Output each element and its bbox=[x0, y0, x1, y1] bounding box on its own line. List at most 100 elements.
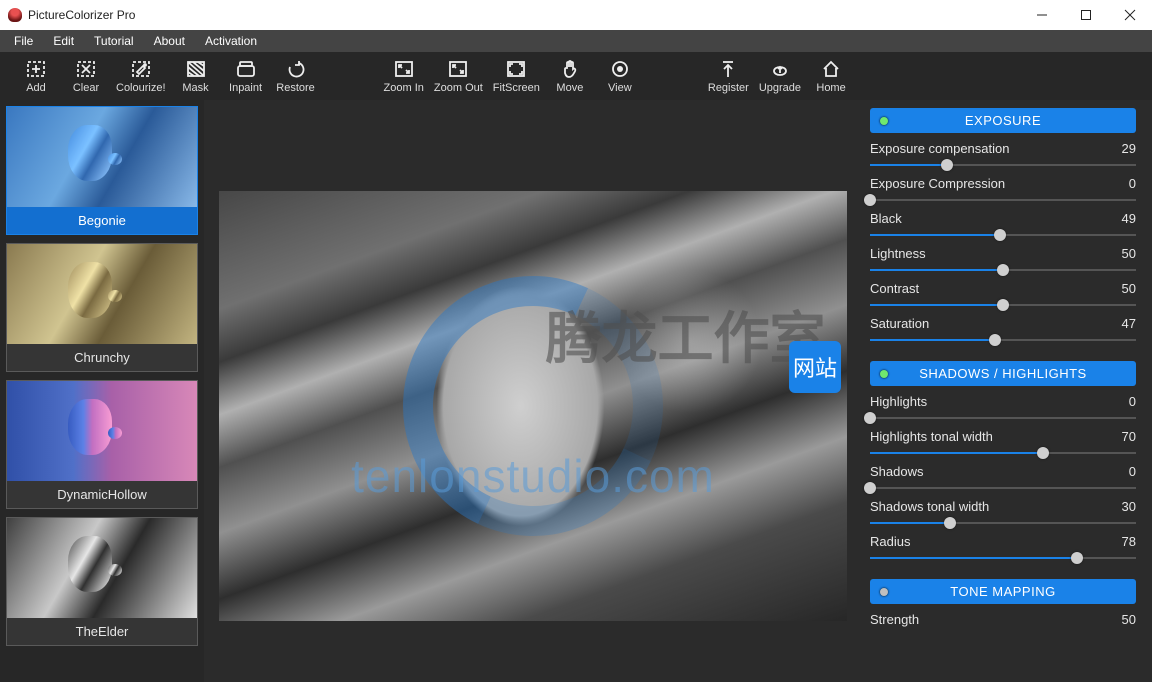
watermark-stamp: 网站 bbox=[789, 341, 841, 393]
slider-row: Shadows0 bbox=[870, 464, 1136, 479]
upgrade-button[interactable]: Upgrade bbox=[757, 57, 803, 96]
app-logo-icon bbox=[8, 8, 22, 22]
zoomout-button[interactable]: Zoom Out bbox=[432, 57, 485, 96]
slider-value: 0 bbox=[1110, 176, 1136, 191]
slider-label: Exposure compensation bbox=[870, 141, 1110, 156]
menu-file[interactable]: File bbox=[4, 30, 43, 52]
slider-track[interactable] bbox=[870, 333, 1136, 347]
slider-thumb[interactable] bbox=[864, 482, 876, 494]
register-icon bbox=[717, 59, 739, 79]
preset-thumbnail bbox=[7, 381, 197, 481]
slider-label: Shadows tonal width bbox=[870, 499, 1110, 514]
image-canvas[interactable]: 腾龙工作室 tenlonstudio.com 网站 bbox=[219, 191, 847, 621]
slider-row: Contrast50 bbox=[870, 281, 1136, 296]
menu-edit[interactable]: Edit bbox=[43, 30, 84, 52]
preset-label: DynamicHollow bbox=[7, 481, 197, 508]
preset-dynamichollow[interactable]: DynamicHollow bbox=[6, 380, 198, 509]
canvas-area: 腾龙工作室 tenlonstudio.com 网站 bbox=[204, 100, 862, 682]
restore-button[interactable]: Restore bbox=[274, 57, 318, 96]
slider-thumb[interactable] bbox=[864, 194, 876, 206]
slider-track[interactable] bbox=[870, 158, 1136, 172]
slider-track[interactable] bbox=[870, 228, 1136, 242]
section-header[interactable]: TONE MAPPING bbox=[870, 579, 1136, 604]
clear-icon bbox=[75, 59, 97, 79]
adjustments-panel: EXPOSUREExposure compensation29Exposure … bbox=[862, 100, 1152, 682]
titlebar: PictureColorizer Pro bbox=[0, 0, 1152, 30]
move-button[interactable]: Move bbox=[548, 57, 592, 96]
zoomin-icon bbox=[393, 59, 415, 79]
add-button[interactable]: Add bbox=[14, 57, 58, 96]
slider-track[interactable] bbox=[870, 411, 1136, 425]
slider-value: 70 bbox=[1110, 429, 1136, 444]
mask-icon bbox=[185, 59, 207, 79]
inpaint-icon bbox=[235, 59, 257, 79]
add-icon bbox=[25, 59, 47, 79]
menu-about[interactable]: About bbox=[144, 30, 195, 52]
slider-label: Black bbox=[870, 211, 1110, 226]
preset-chrunchy[interactable]: Chrunchy bbox=[6, 243, 198, 372]
mask-button[interactable]: Mask bbox=[174, 57, 218, 96]
slider-thumb[interactable] bbox=[944, 517, 956, 529]
home-button[interactable]: Home bbox=[809, 57, 853, 96]
slider-row: Exposure compensation29 bbox=[870, 141, 1136, 156]
slider-thumb[interactable] bbox=[864, 412, 876, 424]
slider-row: Radius78 bbox=[870, 534, 1136, 549]
watermark: 腾龙工作室 tenlonstudio.com bbox=[219, 191, 847, 621]
section-toggle-icon bbox=[880, 117, 888, 125]
slider-track[interactable] bbox=[870, 446, 1136, 460]
view-button[interactable]: View bbox=[598, 57, 642, 96]
slider-track[interactable] bbox=[870, 481, 1136, 495]
section-toggle-icon bbox=[880, 588, 888, 596]
minimize-button[interactable] bbox=[1020, 0, 1064, 30]
slider-row: Lightness50 bbox=[870, 246, 1136, 261]
slider-thumb[interactable] bbox=[1037, 447, 1049, 459]
section-toggle-icon bbox=[880, 370, 888, 378]
slider-value: 0 bbox=[1110, 394, 1136, 409]
slider-label: Shadows bbox=[870, 464, 1110, 479]
slider-thumb[interactable] bbox=[989, 334, 1001, 346]
toolbar: AddClearColourize!MaskInpaintRestore Zoom… bbox=[0, 52, 1152, 100]
section-header[interactable]: EXPOSURE bbox=[870, 108, 1136, 133]
menu-activation[interactable]: Activation bbox=[195, 30, 267, 52]
preset-panel: BegonieChrunchy DynamicHollow TheElder bbox=[0, 100, 204, 682]
zoomin-button[interactable]: Zoom In bbox=[382, 57, 426, 96]
inpaint-button[interactable]: Inpaint bbox=[224, 57, 268, 96]
slider-value: 30 bbox=[1110, 499, 1136, 514]
slider-track[interactable] bbox=[870, 298, 1136, 312]
section-header[interactable]: SHADOWS / HIGHLIGHTS bbox=[870, 361, 1136, 386]
fitscreen-button[interactable]: FitScreen bbox=[491, 57, 542, 96]
slider-thumb[interactable] bbox=[997, 299, 1009, 311]
move-icon bbox=[559, 59, 581, 79]
slider-row: Highlights0 bbox=[870, 394, 1136, 409]
slider-track[interactable] bbox=[870, 263, 1136, 277]
slider-label: Saturation bbox=[870, 316, 1110, 331]
slider-value: 50 bbox=[1110, 612, 1136, 627]
slider-track[interactable] bbox=[870, 193, 1136, 207]
slider-thumb[interactable] bbox=[941, 159, 953, 171]
view-icon bbox=[609, 59, 631, 79]
slider-thumb[interactable] bbox=[994, 229, 1006, 241]
menu-tutorial[interactable]: Tutorial bbox=[84, 30, 144, 52]
slider-thumb[interactable] bbox=[997, 264, 1009, 276]
colourize-button[interactable]: Colourize! bbox=[114, 57, 168, 96]
slider-row: Shadows tonal width30 bbox=[870, 499, 1136, 514]
menubar: FileEditTutorialAboutActivation bbox=[0, 30, 1152, 52]
close-button[interactable] bbox=[1108, 0, 1152, 30]
slider-label: Radius bbox=[870, 534, 1110, 549]
slider-thumb[interactable] bbox=[1071, 552, 1083, 564]
home-icon bbox=[820, 59, 842, 79]
zoomout-icon bbox=[447, 59, 469, 79]
preset-begonie[interactable]: Begonie bbox=[6, 106, 198, 235]
slider-value: 50 bbox=[1110, 246, 1136, 261]
clear-button[interactable]: Clear bbox=[64, 57, 108, 96]
preset-theelder[interactable]: TheElder bbox=[6, 517, 198, 646]
preset-label: TheElder bbox=[7, 618, 197, 645]
slider-value: 47 bbox=[1110, 316, 1136, 331]
register-button[interactable]: Register bbox=[706, 57, 751, 96]
slider-row: Exposure Compression0 bbox=[870, 176, 1136, 191]
slider-label: Strength bbox=[870, 612, 1110, 627]
slider-track[interactable] bbox=[870, 516, 1136, 530]
slider-value: 78 bbox=[1110, 534, 1136, 549]
maximize-button[interactable] bbox=[1064, 0, 1108, 30]
slider-track[interactable] bbox=[870, 551, 1136, 565]
